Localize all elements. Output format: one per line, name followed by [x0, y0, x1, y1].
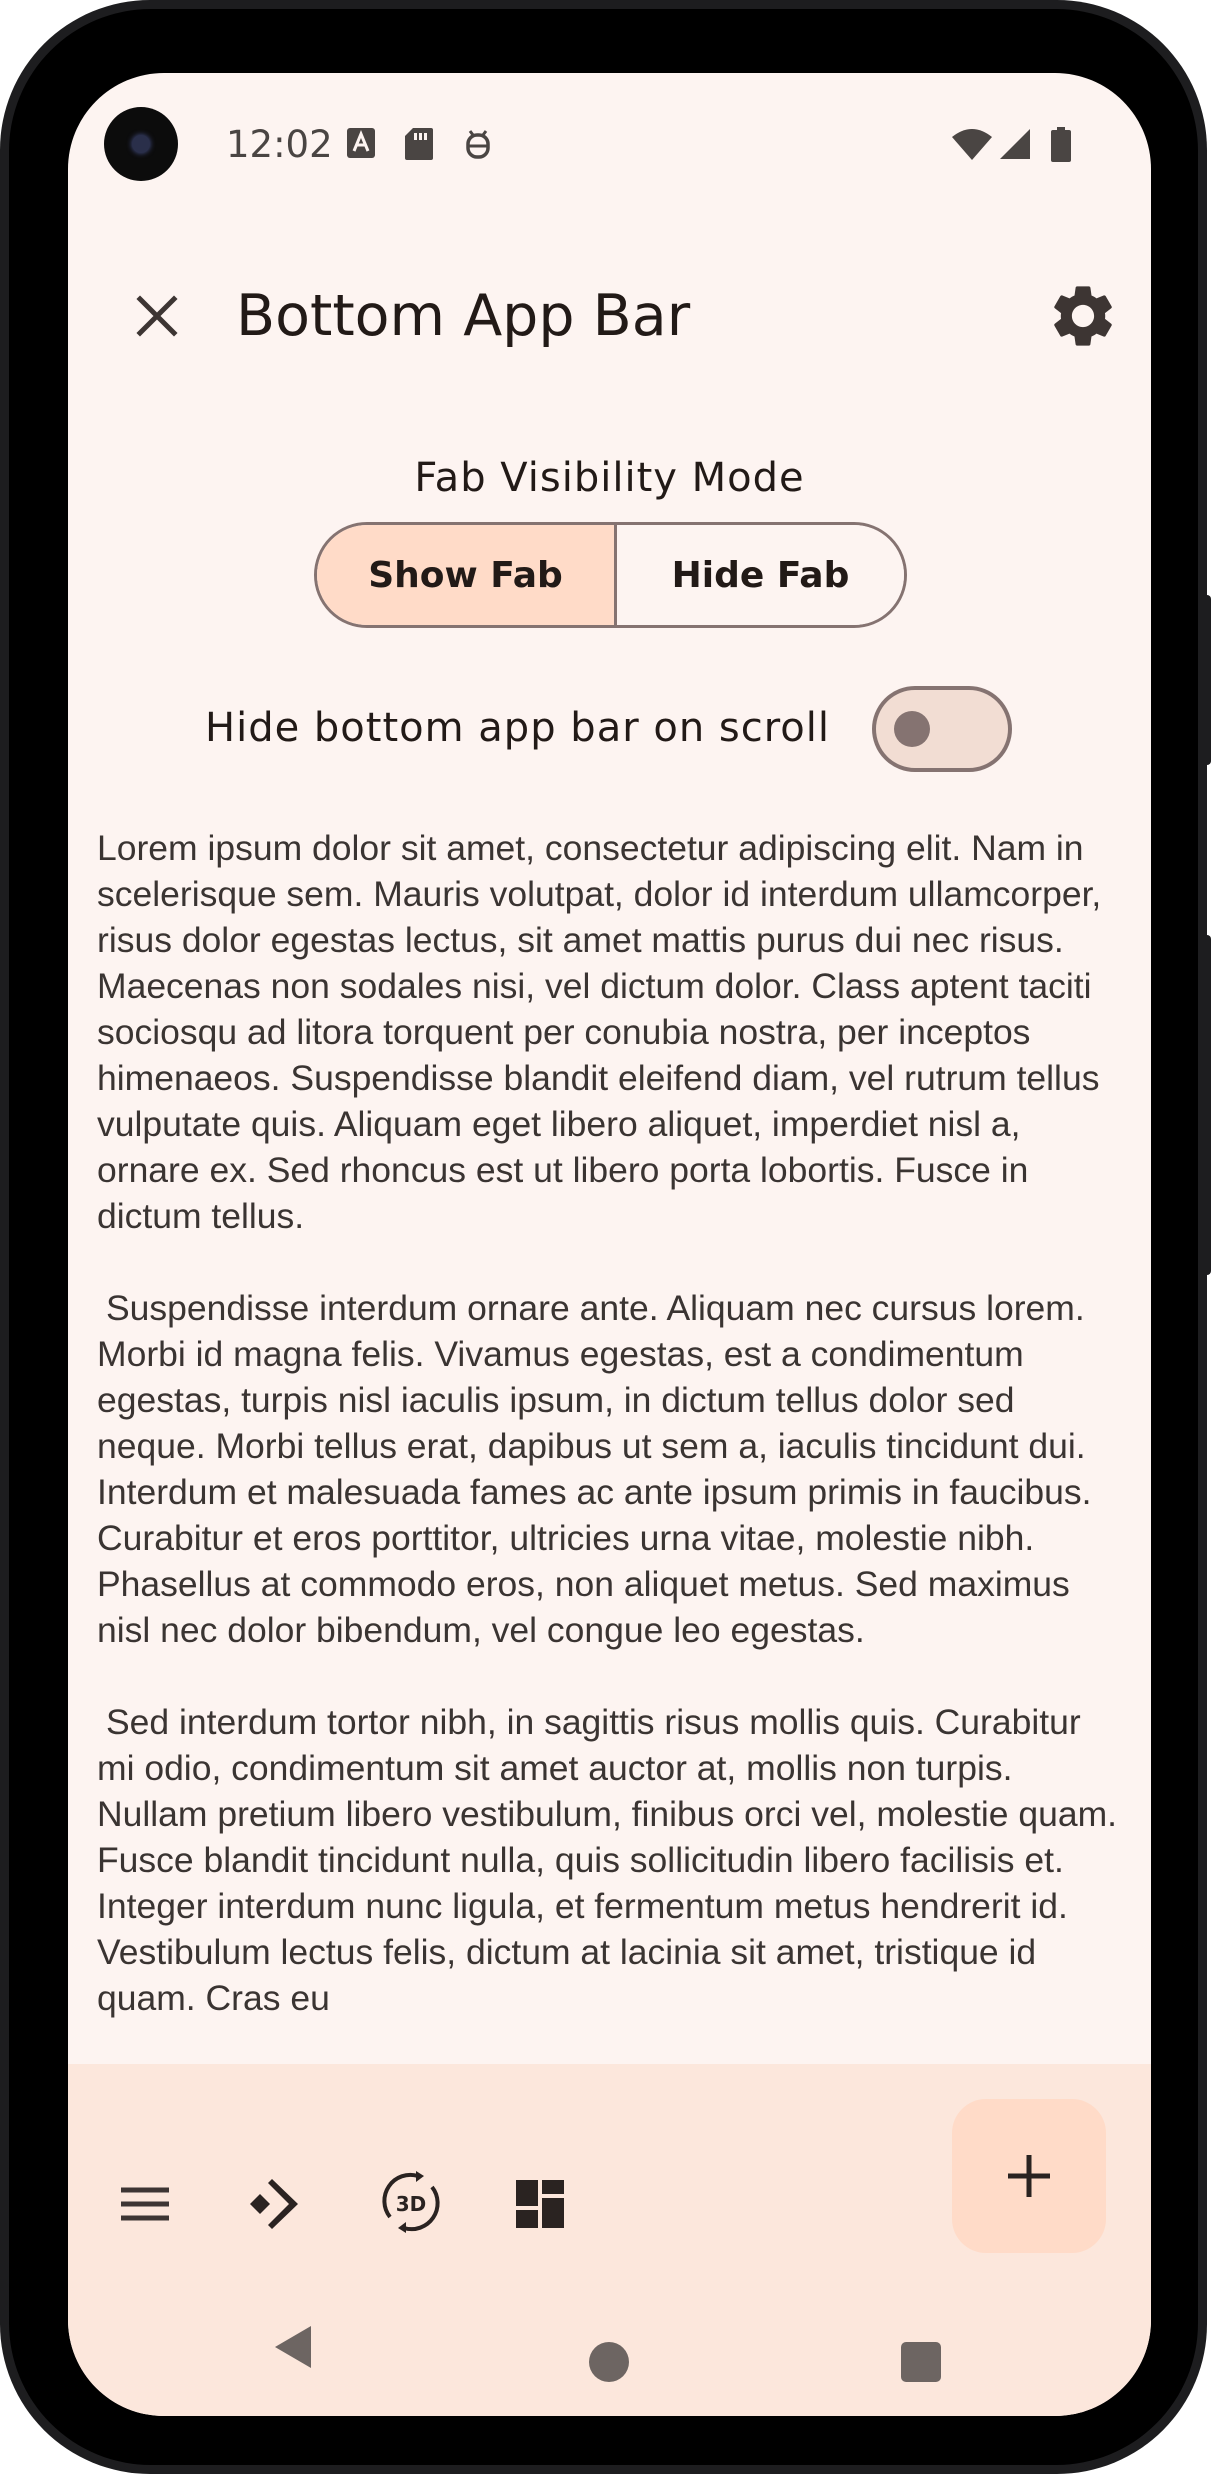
gear-icon — [1054, 286, 1112, 346]
nav-home-icon[interactable] — [589, 2342, 629, 2382]
screen: 12:02 Bottom App Bar Fab Visibility Mode… — [68, 73, 1151, 2416]
hide-fab-button[interactable]: Hide Fab — [617, 525, 904, 625]
device-bezel: 12:02 Bottom App Bar Fab Visibility Mode… — [9, 9, 1198, 2465]
device-frame: 12:02 Bottom App Bar Fab Visibility Mode… — [0, 0, 1211, 2474]
status-time: 12:02 — [226, 123, 333, 166]
show-fab-button[interactable]: Show Fab — [317, 525, 617, 625]
hide-on-scroll-switch[interactable] — [872, 686, 1012, 772]
volume-button — [1201, 595, 1211, 765]
3d-rotation-icon: 3D — [382, 2171, 440, 2233]
cell-signal-icon — [1000, 129, 1030, 159]
hide-on-scroll-label: Hide bottom app bar on scroll — [205, 705, 830, 751]
3d-rotation-button[interactable]: 3D — [376, 2167, 446, 2237]
add-icon — [1008, 2155, 1050, 2197]
nav-recents-icon[interactable] — [901, 2342, 941, 2382]
keyboard-a-icon — [347, 128, 375, 158]
power-button — [1201, 935, 1211, 1275]
scroll-content[interactable]: Lorem ipsum dolor sit amet, consectetur … — [97, 825, 1123, 2067]
add-fab[interactable] — [952, 2099, 1106, 2253]
dashboard-icon — [516, 2180, 564, 2228]
close-icon — [136, 295, 178, 337]
wifi-icon — [952, 129, 992, 160]
battery-icon — [1051, 127, 1071, 162]
dashboard-button[interactable] — [510, 2174, 570, 2234]
fab-visibility-label: Fab Visibility Mode — [414, 455, 805, 501]
fab-visibility-toggle: Show Fab Hide Fab — [314, 522, 907, 628]
front-camera — [104, 107, 178, 181]
paragraph: Sed interdum tortor nibh, in sagittis ri… — [97, 1702, 1118, 2018]
page-title: Bottom App Bar — [236, 283, 691, 349]
top-app-bar: Bottom App Bar — [68, 263, 1151, 373]
switch-thumb — [894, 711, 930, 747]
close-button[interactable] — [120, 279, 194, 353]
paragraph: Lorem ipsum dolor sit amet, consectetur … — [97, 828, 1102, 1236]
directions-icon — [250, 2179, 298, 2229]
menu-icon — [121, 2187, 169, 2221]
settings-button[interactable] — [1046, 279, 1120, 353]
android-debug-icon — [466, 130, 490, 159]
menu-button[interactable] — [115, 2174, 175, 2234]
paragraph: Suspendisse interdum ornare ante. Aliqua… — [97, 1288, 1092, 1650]
directions-button[interactable] — [246, 2174, 306, 2234]
3d-label: 3D — [396, 2192, 427, 2216]
sd-card-icon — [405, 128, 433, 160]
bottom-app-bar: 3D — [68, 2064, 1151, 2416]
status-bar: 12:02 — [68, 73, 1151, 213]
nav-back-icon[interactable] — [273, 2324, 313, 2370]
